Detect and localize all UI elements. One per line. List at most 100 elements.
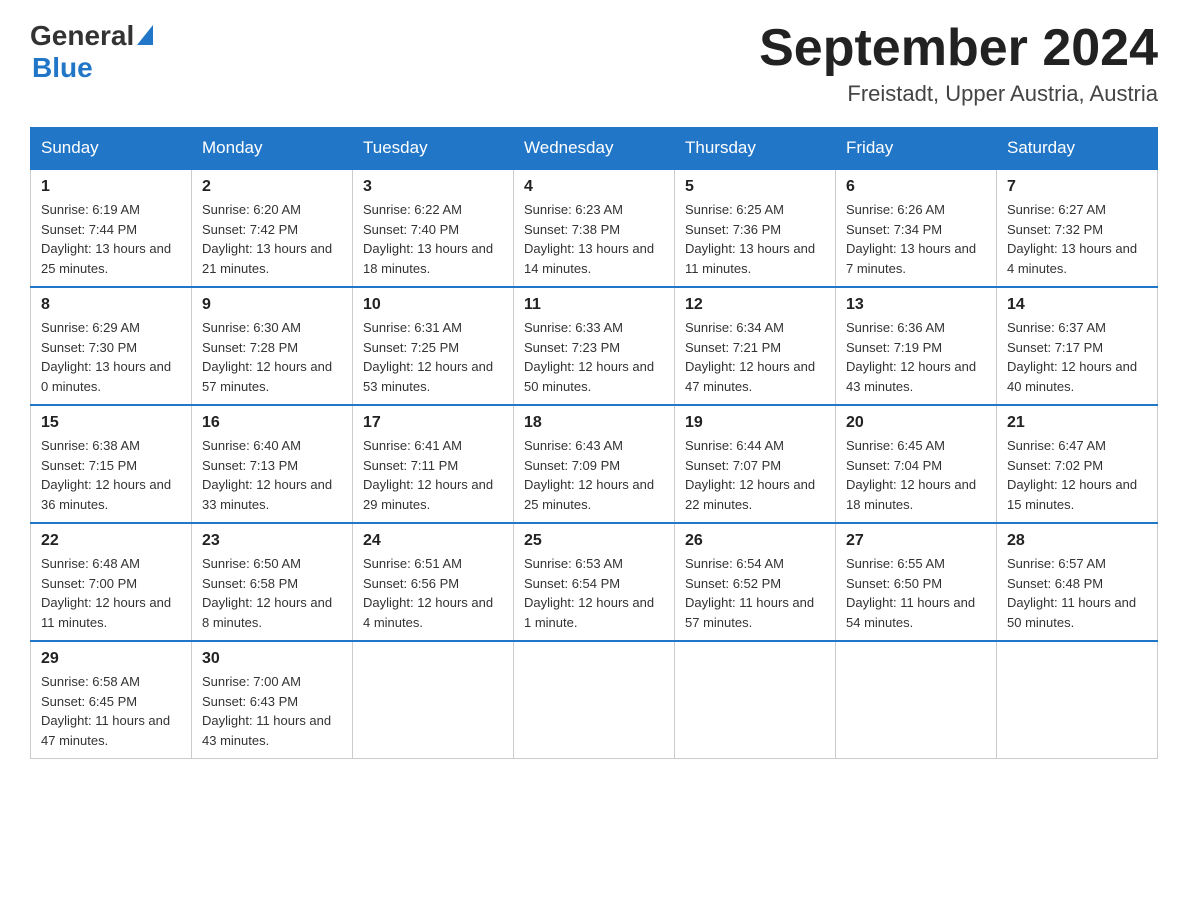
calendar-cell: 30Sunrise: 7:00 AMSunset: 6:43 PMDayligh… bbox=[192, 641, 353, 759]
calendar-cell bbox=[997, 641, 1158, 759]
month-title: September 2024 bbox=[759, 20, 1158, 77]
day-info: Sunrise: 6:40 AMSunset: 7:13 PMDaylight:… bbox=[202, 436, 342, 514]
calendar-cell: 3 Sunrise: 6:22 AMSunset: 7:40 PMDaylight… bbox=[353, 169, 514, 287]
day-number: 5 bbox=[685, 178, 825, 196]
day-info: Sunrise: 6:34 AMSunset: 7:21 PMDaylight:… bbox=[685, 318, 825, 396]
column-header-tuesday: Tuesday bbox=[353, 128, 514, 170]
calendar-cell: 12Sunrise: 6:34 AMSunset: 7:21 PMDayligh… bbox=[675, 287, 836, 405]
day-number: 14 bbox=[1007, 296, 1147, 314]
column-header-monday: Monday bbox=[192, 128, 353, 170]
calendar-cell: 7 Sunrise: 6:27 AMSunset: 7:32 PMDaylight… bbox=[997, 169, 1158, 287]
day-number: 2 bbox=[202, 178, 342, 196]
day-info: Sunrise: 6:54 AMSunset: 6:52 PMDaylight:… bbox=[685, 554, 825, 632]
day-number: 16 bbox=[202, 414, 342, 432]
calendar-cell: 18 Sunrise: 6:43 AMSunset: 7:09 PMDayligh… bbox=[514, 405, 675, 523]
day-number: 10 bbox=[363, 296, 503, 314]
calendar-cell: 20Sunrise: 6:45 AMSunset: 7:04 PMDayligh… bbox=[836, 405, 997, 523]
calendar-cell: 6 Sunrise: 6:26 AMSunset: 7:34 PMDaylight… bbox=[836, 169, 997, 287]
day-info: Sunrise: 6:51 AMSunset: 6:56 PMDaylight:… bbox=[363, 554, 503, 632]
calendar-cell: 15 Sunrise: 6:38 AMSunset: 7:15 PMDayligh… bbox=[31, 405, 192, 523]
calendar-cell: 25 Sunrise: 6:53 AMSunset: 6:54 PMDayligh… bbox=[514, 523, 675, 641]
day-number: 7 bbox=[1007, 178, 1147, 196]
calendar-table: SundayMondayTuesdayWednesdayThursdayFrid… bbox=[30, 127, 1158, 759]
day-number: 19 bbox=[685, 414, 825, 432]
calendar-cell bbox=[836, 641, 997, 759]
day-number: 30 bbox=[202, 650, 342, 668]
calendar-cell: 29 Sunrise: 6:58 AMSunset: 6:45 PMDayligh… bbox=[31, 641, 192, 759]
day-info: Sunrise: 6:19 AMSunset: 7:44 PMDaylight:… bbox=[41, 200, 181, 278]
calendar-cell: 4 Sunrise: 6:23 AMSunset: 7:38 PMDaylight… bbox=[514, 169, 675, 287]
day-info: Sunrise: 6:58 AMSunset: 6:45 PMDaylight:… bbox=[41, 672, 181, 750]
day-info: Sunrise: 6:41 AMSunset: 7:11 PMDaylight:… bbox=[363, 436, 503, 514]
calendar-cell: 28Sunrise: 6:57 AMSunset: 6:48 PMDayligh… bbox=[997, 523, 1158, 641]
day-number: 4 bbox=[524, 178, 664, 196]
day-number: 15 bbox=[41, 414, 181, 432]
calendar-cell: 23Sunrise: 6:50 AMSunset: 6:58 PMDayligh… bbox=[192, 523, 353, 641]
day-info: Sunrise: 6:20 AMSunset: 7:42 PMDaylight:… bbox=[202, 200, 342, 278]
day-number: 13 bbox=[846, 296, 986, 314]
logo-general-text: General bbox=[30, 20, 134, 52]
calendar-cell: 8Sunrise: 6:29 AMSunset: 7:30 PMDaylight… bbox=[31, 287, 192, 405]
calendar-cell: 14 Sunrise: 6:37 AMSunset: 7:17 PMDayligh… bbox=[997, 287, 1158, 405]
day-info: Sunrise: 6:48 AMSunset: 7:00 PMDaylight:… bbox=[41, 554, 181, 632]
day-info: Sunrise: 6:36 AMSunset: 7:19 PMDaylight:… bbox=[846, 318, 986, 396]
calendar-cell: 16 Sunrise: 6:40 AMSunset: 7:13 PMDayligh… bbox=[192, 405, 353, 523]
day-info: Sunrise: 6:30 AMSunset: 7:28 PMDaylight:… bbox=[202, 318, 342, 396]
calendar-cell: 1 Sunrise: 6:19 AMSunset: 7:44 PMDaylight… bbox=[31, 169, 192, 287]
column-header-thursday: Thursday bbox=[675, 128, 836, 170]
calendar-cell: 22 Sunrise: 6:48 AMSunset: 7:00 PMDayligh… bbox=[31, 523, 192, 641]
week-row-4: 22 Sunrise: 6:48 AMSunset: 7:00 PMDayligh… bbox=[31, 523, 1158, 641]
location-title: Freistadt, Upper Austria, Austria bbox=[759, 81, 1158, 107]
calendar-cell: 19 Sunrise: 6:44 AMSunset: 7:07 PMDayligh… bbox=[675, 405, 836, 523]
week-row-3: 15 Sunrise: 6:38 AMSunset: 7:15 PMDayligh… bbox=[31, 405, 1158, 523]
day-info: Sunrise: 6:55 AMSunset: 6:50 PMDaylight:… bbox=[846, 554, 986, 632]
day-number: 23 bbox=[202, 532, 342, 550]
calendar-cell bbox=[514, 641, 675, 759]
day-number: 3 bbox=[363, 178, 503, 196]
day-number: 18 bbox=[524, 414, 664, 432]
column-header-sunday: Sunday bbox=[31, 128, 192, 170]
day-info: Sunrise: 6:47 AMSunset: 7:02 PMDaylight:… bbox=[1007, 436, 1147, 514]
day-number: 27 bbox=[846, 532, 986, 550]
week-row-2: 8Sunrise: 6:29 AMSunset: 7:30 PMDaylight… bbox=[31, 287, 1158, 405]
day-info: Sunrise: 6:45 AMSunset: 7:04 PMDaylight:… bbox=[846, 436, 986, 514]
calendar-cell: 24 Sunrise: 6:51 AMSunset: 6:56 PMDayligh… bbox=[353, 523, 514, 641]
day-info: Sunrise: 6:44 AMSunset: 7:07 PMDaylight:… bbox=[685, 436, 825, 514]
day-number: 22 bbox=[41, 532, 181, 550]
logo-triangle-icon bbox=[137, 25, 153, 45]
calendar-cell: 27 Sunrise: 6:55 AMSunset: 6:50 PMDayligh… bbox=[836, 523, 997, 641]
day-info: Sunrise: 6:38 AMSunset: 7:15 PMDaylight:… bbox=[41, 436, 181, 514]
title-area: September 2024 Freistadt, Upper Austria,… bbox=[759, 20, 1158, 107]
calendar-cell bbox=[675, 641, 836, 759]
calendar-cell: 5Sunrise: 6:25 AMSunset: 7:36 PMDaylight… bbox=[675, 169, 836, 287]
day-info: Sunrise: 6:33 AMSunset: 7:23 PMDaylight:… bbox=[524, 318, 664, 396]
day-number: 6 bbox=[846, 178, 986, 196]
calendar-cell: 11Sunrise: 6:33 AMSunset: 7:23 PMDayligh… bbox=[514, 287, 675, 405]
day-number: 1 bbox=[41, 178, 181, 196]
logo: General Blue bbox=[30, 20, 153, 84]
calendar-cell: 9Sunrise: 6:30 AMSunset: 7:28 PMDaylight… bbox=[192, 287, 353, 405]
day-info: Sunrise: 6:57 AMSunset: 6:48 PMDaylight:… bbox=[1007, 554, 1147, 632]
calendar-cell: 2 Sunrise: 6:20 AMSunset: 7:42 PMDaylight… bbox=[192, 169, 353, 287]
day-info: Sunrise: 6:37 AMSunset: 7:17 PMDaylight:… bbox=[1007, 318, 1147, 396]
day-number: 26 bbox=[685, 532, 825, 550]
day-number: 25 bbox=[524, 532, 664, 550]
logo-blue-text: Blue bbox=[32, 52, 93, 84]
week-row-5: 29 Sunrise: 6:58 AMSunset: 6:45 PMDayligh… bbox=[31, 641, 1158, 759]
column-header-wednesday: Wednesday bbox=[514, 128, 675, 170]
day-info: Sunrise: 6:27 AMSunset: 7:32 PMDaylight:… bbox=[1007, 200, 1147, 278]
calendar-cell bbox=[353, 641, 514, 759]
day-number: 29 bbox=[41, 650, 181, 668]
day-info: Sunrise: 6:23 AMSunset: 7:38 PMDaylight:… bbox=[524, 200, 664, 278]
calendar-header-row: SundayMondayTuesdayWednesdayThursdayFrid… bbox=[31, 128, 1158, 170]
week-row-1: 1 Sunrise: 6:19 AMSunset: 7:44 PMDaylight… bbox=[31, 169, 1158, 287]
day-info: Sunrise: 6:31 AMSunset: 7:25 PMDaylight:… bbox=[363, 318, 503, 396]
day-number: 24 bbox=[363, 532, 503, 550]
day-info: Sunrise: 6:43 AMSunset: 7:09 PMDaylight:… bbox=[524, 436, 664, 514]
day-info: Sunrise: 6:26 AMSunset: 7:34 PMDaylight:… bbox=[846, 200, 986, 278]
day-info: Sunrise: 6:22 AMSunset: 7:40 PMDaylight:… bbox=[363, 200, 503, 278]
column-header-saturday: Saturday bbox=[997, 128, 1158, 170]
day-info: Sunrise: 6:53 AMSunset: 6:54 PMDaylight:… bbox=[524, 554, 664, 632]
day-number: 21 bbox=[1007, 414, 1147, 432]
calendar-cell: 13 Sunrise: 6:36 AMSunset: 7:19 PMDayligh… bbox=[836, 287, 997, 405]
